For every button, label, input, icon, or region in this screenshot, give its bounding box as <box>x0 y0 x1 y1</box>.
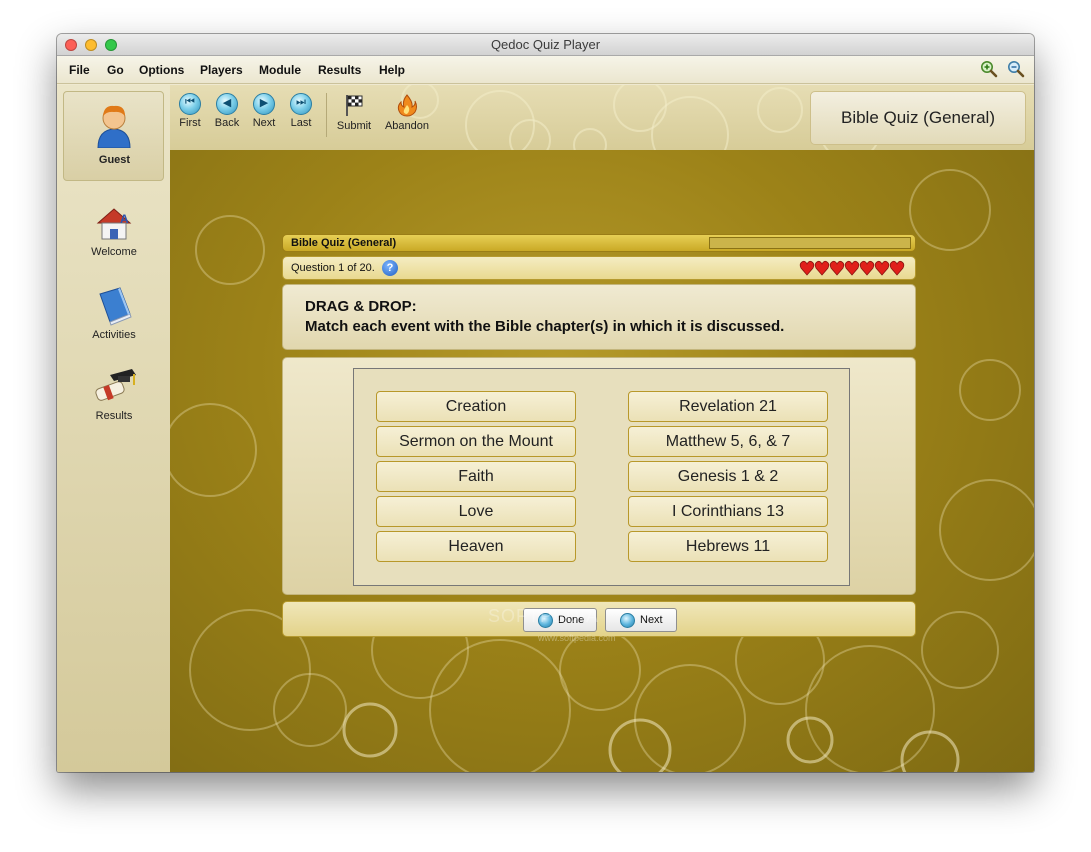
heart-icon <box>829 260 845 276</box>
first-label: First <box>179 117 201 129</box>
instruction-title: DRAG & DROP: <box>305 298 417 315</box>
lives-hearts <box>799 260 905 276</box>
first-icon: ⏮ <box>179 93 201 115</box>
title-bar: Qedoc Quiz Player <box>57 34 1034 56</box>
svg-text:A: A <box>120 212 129 226</box>
sidebar-item-activities-label: Activities <box>92 329 136 341</box>
user-name: Guest <box>98 154 131 166</box>
last-button[interactable]: ⏭ Last <box>281 93 321 129</box>
drag-drop-panel: Creation Sermon on the Mount Faith Love … <box>282 357 916 595</box>
zoom-out-icon[interactable] <box>1007 60 1025 78</box>
instruction-panel: DRAG & DROP: Match each event with the B… <box>282 284 916 350</box>
submit-button[interactable]: Submit <box>333 93 375 132</box>
heart-icon <box>814 260 830 276</box>
quiz-header-title: Bible Quiz (General) <box>291 237 397 249</box>
next-label: Next <box>252 117 276 129</box>
sidebar-item-results[interactable]: Results <box>71 363 157 422</box>
user-tile[interactable]: Guest <box>63 91 164 181</box>
target-i-corinthians-13[interactable]: I Corinthians 13 <box>628 496 828 527</box>
sidebar-background <box>57 85 170 772</box>
first-button[interactable]: ⏮ First <box>170 93 210 129</box>
app-window: Qedoc Quiz Player File Go Options Player… <box>57 34 1034 772</box>
question-status-bar: Question 1 of 20. ? <box>282 256 916 280</box>
next-question-label: Next <box>640 614 663 626</box>
back-button[interactable]: ◀ Back <box>207 93 247 129</box>
sidebar-item-welcome[interactable]: A Welcome <box>71 203 157 258</box>
heart-icon <box>799 260 815 276</box>
question-counter: Question 1 of 20. <box>291 262 375 274</box>
graduation-cap-icon <box>95 369 136 401</box>
heart-icon <box>874 260 890 276</box>
fire-icon <box>397 94 417 117</box>
content-area: Bible Quiz (General) Question 1 of 20. ?… <box>57 85 1034 772</box>
book-icon <box>99 287 132 326</box>
drag-item-love[interactable]: Love <box>376 496 576 527</box>
sidebar-item-results-label: Results <box>95 410 133 422</box>
target-revelation-21[interactable]: Revelation 21 <box>628 391 828 422</box>
help-icon[interactable]: ? <box>382 260 398 276</box>
window-title: Qedoc Quiz Player <box>490 37 601 52</box>
back-label: Back <box>214 117 240 129</box>
home-icon: A <box>96 208 132 240</box>
abandon-label: Abandon <box>384 120 430 132</box>
quiz-title: Bible Quiz (General) <box>810 91 1026 145</box>
drag-item-sermon-on-the-mount[interactable]: Sermon on the Mount <box>376 426 576 457</box>
menu-go[interactable]: Go <box>107 63 124 77</box>
back-icon: ◀ <box>216 93 238 115</box>
menu-options[interactable]: Options <box>139 63 184 77</box>
instruction-text: Match each event with the Bible chapter(… <box>305 318 785 335</box>
target-hebrews-11[interactable]: Hebrews 11 <box>628 531 828 562</box>
drag-item-heaven[interactable]: Heaven <box>376 531 576 562</box>
submit-label: Submit <box>336 120 372 132</box>
menu-module[interactable]: Module <box>259 63 301 77</box>
zoom-in-icon[interactable] <box>980 60 998 78</box>
menu-players[interactable]: Players <box>200 63 243 77</box>
target-genesis-1-2[interactable]: Genesis 1 & 2 <box>628 461 828 492</box>
next-icon: ▶ <box>253 93 275 115</box>
heart-icon <box>844 260 860 276</box>
user-avatar-icon <box>97 105 131 148</box>
last-label: Last <box>290 117 312 129</box>
menu-bar: File Go Options Players Module Results H… <box>57 56 1034 84</box>
abandon-button[interactable]: Abandon <box>383 93 431 132</box>
target-matthew-5-6-7[interactable]: Matthew 5, 6, & 7 <box>628 426 828 457</box>
next-circle-icon <box>620 613 635 628</box>
checkered-flag-icon <box>346 95 363 116</box>
menu-results[interactable]: Results <box>318 63 361 77</box>
toolbar-separator <box>326 93 327 137</box>
heart-icon <box>889 260 905 276</box>
sidebar-item-activities[interactable]: Activities <box>71 284 157 341</box>
next-button[interactable]: ▶ Next <box>244 93 284 129</box>
drag-drop-area: Creation Sermon on the Mount Faith Love … <box>353 368 850 586</box>
quiz-progress-bar <box>709 237 911 249</box>
menu-help[interactable]: Help <box>379 63 405 77</box>
menu-file[interactable]: File <box>69 63 90 77</box>
next-question-button[interactable]: Next <box>605 608 677 632</box>
sidebar-item-welcome-label: Welcome <box>91 246 137 258</box>
watermark: SOFTPEDIA <box>488 606 600 626</box>
heart-icon <box>859 260 875 276</box>
quiz-stage: Bible Quiz (General) Question 1 of 20. ?… <box>170 150 1034 772</box>
drag-item-creation[interactable]: Creation <box>376 391 576 422</box>
quiz-header-bar: Bible Quiz (General) <box>282 234 916 252</box>
watermark-url: www.softpedia.com <box>538 633 616 643</box>
last-icon: ⏭ <box>290 93 312 115</box>
drag-item-faith[interactable]: Faith <box>376 461 576 492</box>
